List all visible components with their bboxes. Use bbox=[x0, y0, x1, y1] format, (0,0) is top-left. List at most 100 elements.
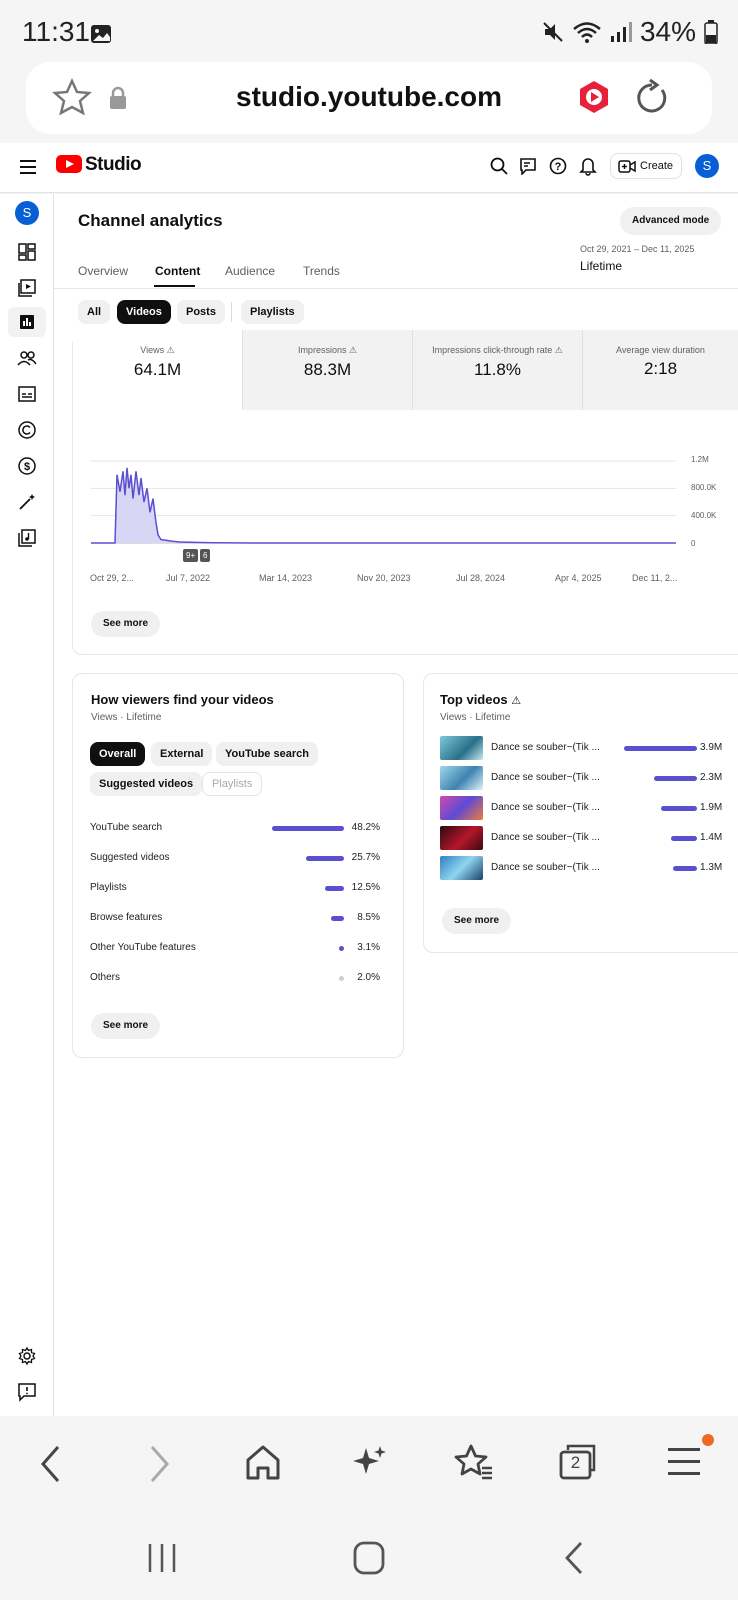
x-tick: Jul 7, 2022 bbox=[166, 573, 211, 583]
feedback-icon[interactable] bbox=[17, 1382, 37, 1402]
tabs-count: 2 bbox=[570, 1453, 581, 1472]
video-title[interactable]: Dance se souber~(Tik ... bbox=[491, 862, 600, 873]
url-text[interactable]: studio.youtube.com bbox=[26, 81, 712, 113]
reload-icon[interactable] bbox=[634, 78, 670, 118]
metric-ctr-label: Impressions click-through rate bbox=[432, 345, 553, 355]
header-avatar[interactable]: S bbox=[695, 154, 719, 178]
date-range[interactable]: Oct 29, 2021 – Dec 11, 2025 bbox=[580, 244, 694, 254]
tab-audience[interactable]: Audience bbox=[225, 264, 275, 278]
svg-text:?: ? bbox=[555, 161, 562, 173]
signal-icon bbox=[610, 22, 632, 42]
filter-playlists[interactable]: Playlists bbox=[241, 300, 304, 324]
system-back-icon[interactable] bbox=[562, 1540, 586, 1576]
sidebar-avatar[interactable]: S bbox=[15, 201, 39, 225]
traffic-source-label: Others bbox=[90, 972, 121, 983]
video-views-bar bbox=[661, 806, 697, 811]
traffic-source-percent: 25.7% bbox=[351, 852, 380, 863]
date-label[interactable]: Lifetime bbox=[580, 259, 622, 273]
video-title[interactable]: Dance se souber~(Tik ... bbox=[491, 772, 600, 783]
chart-marker[interactable]: 6 bbox=[200, 549, 211, 562]
warning-icon: ⚠ bbox=[348, 345, 358, 355]
y-tick: 1.2M bbox=[691, 455, 709, 464]
bookmarks-icon[interactable] bbox=[454, 1444, 494, 1482]
top-videos-see-more-button[interactable]: See more bbox=[442, 908, 512, 934]
traffic-subtitle: Views · Lifetime bbox=[91, 712, 162, 723]
metric-views[interactable]: Views ⚠ 64.1M bbox=[73, 330, 243, 410]
address-bar[interactable]: studio.youtube.com bbox=[26, 62, 712, 134]
analytics-icon[interactable] bbox=[17, 312, 37, 332]
video-thumbnail[interactable] bbox=[440, 796, 483, 820]
tabs-divider bbox=[54, 288, 738, 289]
metric-views-label: Views bbox=[140, 345, 165, 355]
video-title[interactable]: Dance se souber~(Tik ... bbox=[491, 832, 600, 843]
browser-menu-icon[interactable] bbox=[668, 1446, 702, 1478]
battery-icon bbox=[704, 20, 718, 44]
y-tick: 800.0K bbox=[691, 483, 717, 492]
community-icon[interactable] bbox=[17, 348, 37, 368]
x-tick: Apr 4, 2025 bbox=[555, 573, 602, 583]
copyright-icon[interactable] bbox=[17, 420, 37, 440]
tab-content[interactable]: Content bbox=[155, 264, 200, 278]
forward-icon[interactable] bbox=[146, 1444, 172, 1484]
status-indicators: 34% bbox=[542, 16, 718, 48]
traffic-source-percent: 12.5% bbox=[351, 882, 380, 893]
filter-posts[interactable]: Posts bbox=[177, 300, 225, 324]
create-button[interactable]: Create bbox=[610, 153, 682, 179]
search-icon[interactable] bbox=[490, 157, 508, 175]
traffic-see-more-button[interactable]: See more bbox=[91, 1013, 161, 1039]
video-thumbnail[interactable] bbox=[440, 736, 483, 760]
subtitles-icon[interactable] bbox=[17, 384, 37, 404]
traffic-sources-card bbox=[72, 673, 404, 1058]
settings-icon[interactable] bbox=[17, 1346, 37, 1366]
traffic-chip-overall[interactable]: Overall bbox=[90, 742, 146, 766]
tab-overview[interactable]: Overview bbox=[78, 264, 128, 278]
notifications-icon[interactable] bbox=[579, 156, 597, 176]
system-nav-bar bbox=[0, 1520, 738, 1600]
studio-logo-text[interactable]: Studio bbox=[85, 154, 142, 176]
video-title[interactable]: Dance se souber~(Tik ... bbox=[491, 802, 600, 813]
metric-impressions-label: Impressions bbox=[297, 345, 347, 355]
mute-icon bbox=[543, 22, 563, 42]
traffic-chip-external[interactable]: External bbox=[151, 742, 213, 766]
metric-ctr[interactable]: Impressions click-through rate ⚠ 11.8% bbox=[413, 330, 583, 410]
content-icon[interactable] bbox=[17, 278, 37, 298]
metric-avg-duration[interactable]: Average view duration 2:18 bbox=[583, 330, 738, 410]
youtube-logo-icon[interactable] bbox=[56, 155, 82, 173]
back-icon[interactable] bbox=[38, 1444, 64, 1484]
video-assistant-icon[interactable] bbox=[579, 80, 609, 114]
comments-icon[interactable] bbox=[519, 157, 539, 175]
ai-sparkle-icon[interactable] bbox=[352, 1444, 388, 1480]
warning-icon: ⚠ bbox=[166, 345, 175, 355]
filter-videos[interactable]: Videos bbox=[117, 300, 171, 324]
traffic-source-percent: 2.0% bbox=[357, 972, 380, 983]
views-chart[interactable] bbox=[0, 440, 738, 590]
traffic-chip-playlists: Playlists bbox=[202, 772, 263, 796]
chart-see-more-button[interactable]: See more bbox=[91, 611, 161, 637]
dashboard-icon[interactable] bbox=[17, 242, 37, 262]
metric-ctr-value: 11.8% bbox=[474, 360, 521, 379]
tab-trends[interactable]: Trends bbox=[303, 264, 340, 278]
video-thumbnail[interactable] bbox=[440, 856, 483, 880]
video-views-bar bbox=[624, 746, 697, 751]
menu-icon[interactable] bbox=[20, 160, 36, 174]
chart-marker[interactable]: 9+ bbox=[183, 549, 199, 562]
home-icon[interactable] bbox=[244, 1444, 282, 1482]
traffic-title: How viewers find your videos bbox=[91, 692, 274, 707]
recent-apps-icon[interactable] bbox=[146, 1541, 178, 1575]
traffic-chip-suggested[interactable]: Suggested videos bbox=[90, 772, 203, 796]
video-title[interactable]: Dance se souber~(Tik ... bbox=[491, 742, 600, 753]
help-icon[interactable]: ? bbox=[549, 157, 567, 175]
home-button-icon[interactable] bbox=[352, 1540, 386, 1576]
video-views-bar bbox=[653, 776, 697, 781]
video-thumbnail[interactable] bbox=[440, 826, 483, 850]
traffic-chip-youtube-search[interactable]: YouTube search bbox=[216, 742, 318, 766]
y-tick: 0 bbox=[691, 539, 696, 548]
advanced-mode-button[interactable]: Advanced mode bbox=[620, 207, 722, 235]
x-tick: Dec 11, 2... bbox=[632, 573, 678, 583]
filter-all[interactable]: All bbox=[78, 300, 111, 324]
video-thumbnail[interactable] bbox=[440, 766, 483, 790]
x-tick: Oct 29, 2... bbox=[90, 573, 135, 583]
metric-impressions[interactable]: Impressions ⚠ 88.3M bbox=[243, 330, 413, 410]
traffic-source-percent: 8.5% bbox=[357, 912, 380, 923]
metric-impressions-value: 88.3M bbox=[303, 360, 352, 379]
